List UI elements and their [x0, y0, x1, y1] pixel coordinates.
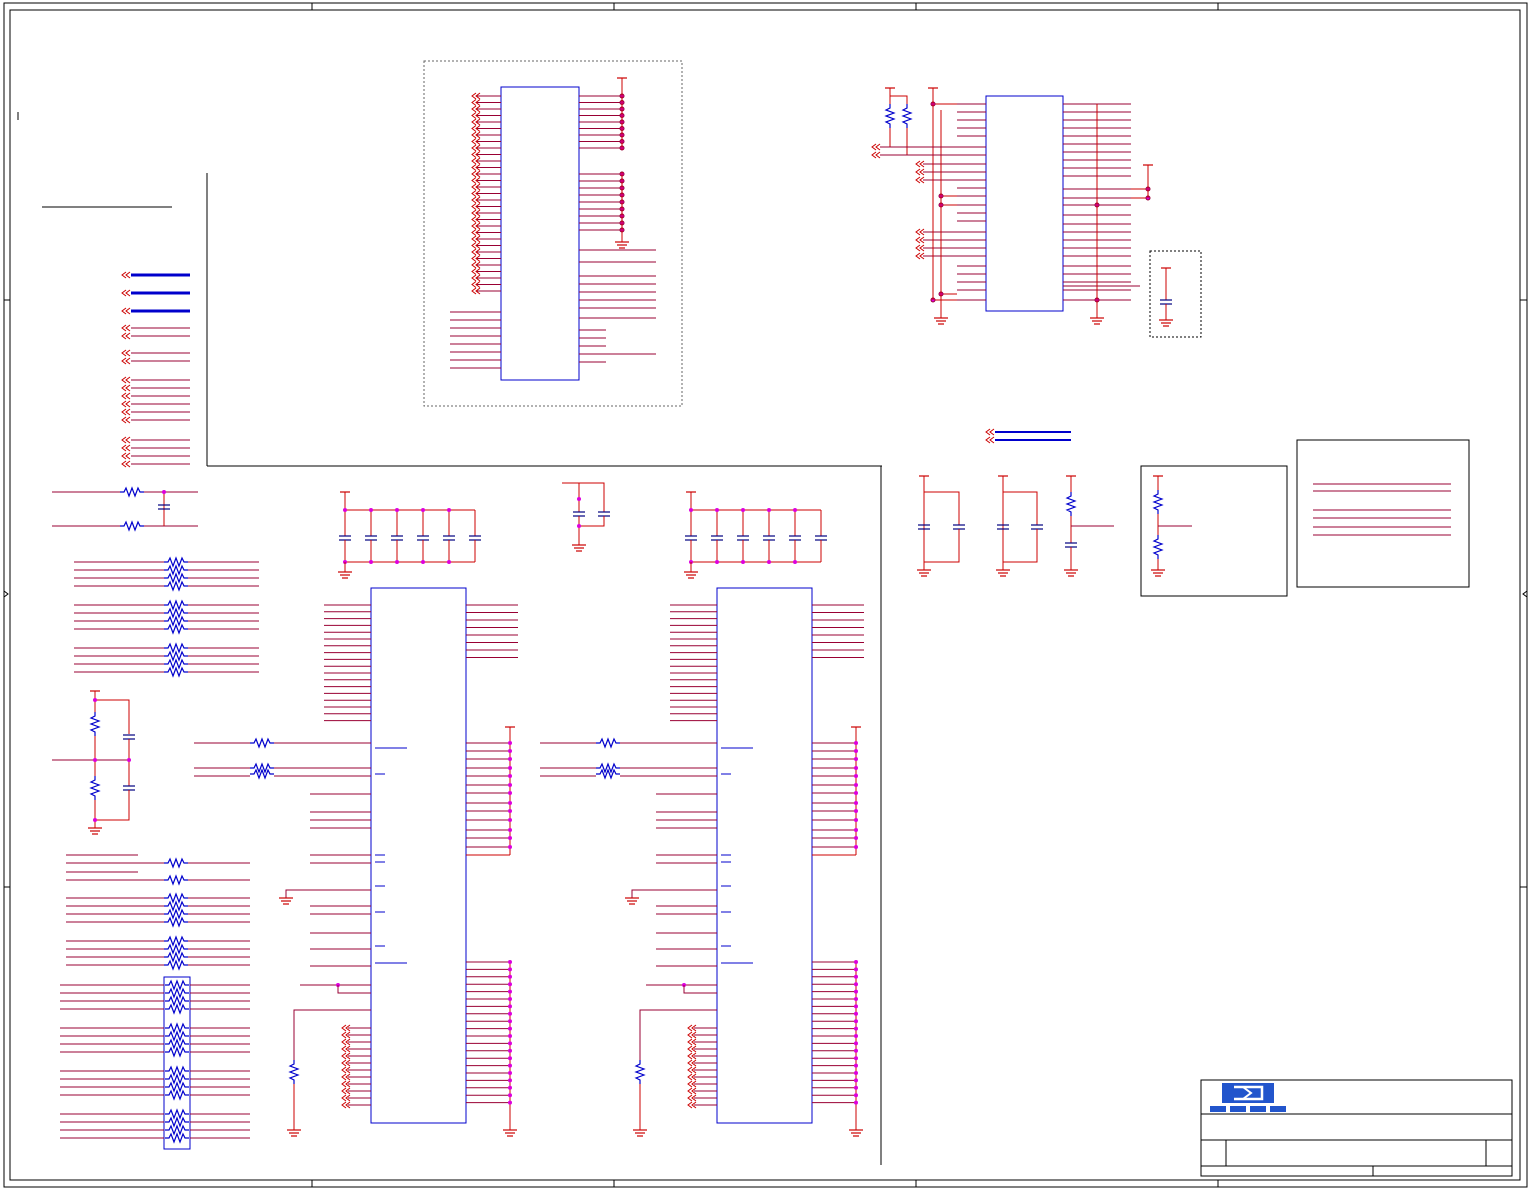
- bus-port-2[interactable]: [121, 289, 190, 297]
- left-series-resistors: [52, 487, 259, 677]
- resistor-icon: [902, 103, 912, 129]
- ground-icon: [337, 571, 353, 579]
- ground-icon: [571, 544, 587, 552]
- ground-icon: [632, 1129, 648, 1137]
- ground-icon: [286, 1129, 302, 1137]
- net-port-icon: [915, 176, 925, 184]
- ground-icon: [624, 897, 640, 905]
- resistor-icon: [1153, 489, 1163, 515]
- decoupling-pair-center: [562, 482, 611, 552]
- decoupling-cap-row-2: [683, 491, 828, 579]
- resistor-icon: [595, 738, 621, 748]
- ground-icon: [933, 317, 949, 325]
- ground-icon: [278, 897, 294, 905]
- region-separators: [42, 173, 882, 1165]
- net-port-icon: [915, 168, 925, 176]
- net-port-icon: [915, 236, 925, 244]
- resistor-icon: [163, 858, 189, 970]
- net-port-icon: [915, 252, 925, 260]
- ground-icon: [916, 569, 932, 577]
- resistor-icon: [885, 103, 895, 129]
- resistor-icon: [249, 769, 275, 779]
- net-port-icon: [871, 151, 881, 159]
- resistor-icon: [1066, 491, 1076, 517]
- bus-port-1[interactable]: [121, 271, 190, 279]
- net-port-icon: [915, 228, 925, 236]
- ground-icon: [1158, 319, 1174, 327]
- resistor-icon: [90, 775, 100, 801]
- resistor-icon: [164, 1133, 190, 1143]
- left-net-port-group: [121, 271, 190, 468]
- ic-top-right: [871, 87, 1202, 338]
- ground-icon: [87, 827, 103, 835]
- resistor-icon: [289, 1059, 299, 1085]
- resistor-icon: [164, 1047, 190, 1057]
- resistor-icon: [164, 1090, 190, 1100]
- lower-left-resistor-packs: [60, 854, 250, 1150]
- decoupling-cap-row-1: [337, 491, 482, 579]
- note-box-right: [1296, 439, 1470, 588]
- resistor-icon: [249, 738, 275, 748]
- net-port-icon: [121, 324, 131, 468]
- net-port-icon: [915, 244, 925, 252]
- bus-port-3[interactable]: [121, 307, 190, 315]
- divider-box-right: [1140, 465, 1288, 597]
- resistor-icon: [163, 557, 189, 677]
- right-bus-port[interactable]: [985, 428, 1071, 444]
- net-port-icon: [871, 143, 881, 151]
- resistor-icon: [164, 1004, 190, 1014]
- voltage-divider: [52, 690, 136, 835]
- net-port-icon: [915, 160, 925, 168]
- resistor-icon: [595, 769, 621, 779]
- ground-icon: [848, 1129, 864, 1137]
- resistor-icon: [635, 1059, 645, 1085]
- ic-lower-right: [540, 587, 864, 1137]
- resistor-icon: [90, 711, 100, 737]
- ground-icon: [683, 571, 699, 579]
- ic-lower-left: [194, 587, 518, 1137]
- resistor-icon: [1153, 534, 1163, 560]
- ground-icon: [995, 569, 1011, 577]
- resistor-icon: [119, 487, 145, 497]
- resistor-icon: [119, 521, 145, 531]
- connector-block-top: [423, 60, 683, 407]
- company-logo-icon: [1210, 1083, 1286, 1112]
- decoupling-caps-right: [916, 475, 1114, 577]
- schematic-sheet: [3, 2, 1528, 1188]
- ground-icon: [502, 1129, 518, 1137]
- ground-icon: [1150, 569, 1166, 577]
- ground-icon: [1063, 569, 1079, 577]
- ground-icon: [614, 241, 630, 249]
- ground-icon: [1089, 317, 1105, 325]
